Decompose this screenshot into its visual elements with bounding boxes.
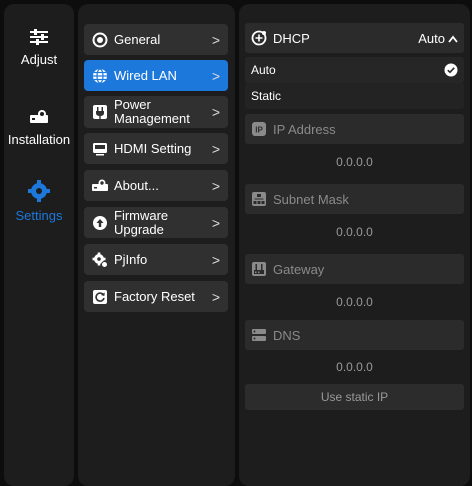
- chevron-right-icon: >: [211, 214, 220, 231]
- globe-icon: [93, 67, 107, 84]
- nav-installation[interactable]: Installation: [4, 108, 74, 147]
- menu-firmware-upgrade[interactable]: Firmware Upgrade >: [84, 207, 228, 238]
- chevron-right-icon: >: [211, 67, 220, 84]
- gateway-field: Gateway: [245, 254, 464, 284]
- subnet-mask-value: 0.0.0.0: [336, 225, 373, 239]
- settings-menu: General > Wired LAN > Power Management >…: [78, 4, 235, 486]
- main-nav: Adjust Installation Settings: [4, 4, 74, 486]
- dns-value: 0.0.0.0: [336, 360, 373, 374]
- network-icon: [252, 192, 266, 206]
- chevron-right-icon: >: [211, 288, 220, 305]
- dhcp-label: DHCP: [273, 30, 310, 46]
- projector-icon: [92, 179, 108, 191]
- chevron-right-icon: >: [211, 31, 220, 48]
- chevron-up-icon: [448, 31, 458, 46]
- menu-general[interactable]: General >: [84, 24, 228, 55]
- upload-icon: [93, 215, 107, 230]
- sliders-icon: [30, 29, 48, 45]
- menu-pjinfo[interactable]: PjInfo >: [84, 244, 228, 275]
- dns-field: DNS: [245, 320, 464, 350]
- chevron-right-icon: >: [211, 140, 220, 157]
- menu-wired-lan[interactable]: Wired LAN >: [84, 60, 228, 91]
- check-circle-icon: [444, 63, 458, 77]
- menu-about[interactable]: About... >: [84, 170, 228, 201]
- dhcp-option-auto[interactable]: Auto: [245, 57, 464, 83]
- subnet-mask-field: Subnet Mask: [245, 184, 464, 214]
- chevron-right-icon: >: [211, 104, 220, 120]
- dhcp-option-static[interactable]: Static: [245, 83, 464, 109]
- dhcp-value: Auto: [418, 30, 445, 46]
- chevron-right-icon: >: [211, 177, 220, 194]
- use-static-ip-button[interactable]: Use static IP: [245, 384, 464, 410]
- menu-hdmi-setting[interactable]: HDMI Setting >: [84, 133, 228, 164]
- chevron-right-icon: >: [211, 251, 220, 268]
- circle-dot-icon: [92, 32, 108, 47]
- nav-adjust[interactable]: Adjust: [4, 28, 74, 67]
- ip-address-field: IP IP Address: [245, 114, 464, 144]
- dhcp-dropdown[interactable]: DHCP Auto: [245, 23, 464, 53]
- reset-icon: [93, 289, 107, 304]
- menu-factory-reset[interactable]: Factory Reset >: [84, 281, 228, 312]
- monitor-icon: [93, 142, 107, 155]
- gear-icon: [28, 180, 50, 202]
- gear-info-icon: [92, 252, 108, 268]
- gateway-icon: [252, 262, 266, 276]
- plug-icon: [93, 105, 107, 119]
- gateway-value: 0.0.0.0: [336, 295, 373, 309]
- menu-power-management[interactable]: Power Management >: [84, 96, 228, 128]
- nav-settings[interactable]: Settings: [4, 180, 74, 223]
- ip-address-value: 0.0.0.0: [336, 155, 373, 169]
- dhcp-icon: [251, 30, 267, 46]
- wired-lan-panel: DHCP Auto Auto Static IP IP Address 0.0.…: [239, 4, 470, 486]
- server-icon: [252, 329, 266, 341]
- projector-icon: [30, 110, 48, 123]
- svg-text:IP: IP: [255, 126, 263, 135]
- ip-icon: IP: [252, 122, 266, 136]
